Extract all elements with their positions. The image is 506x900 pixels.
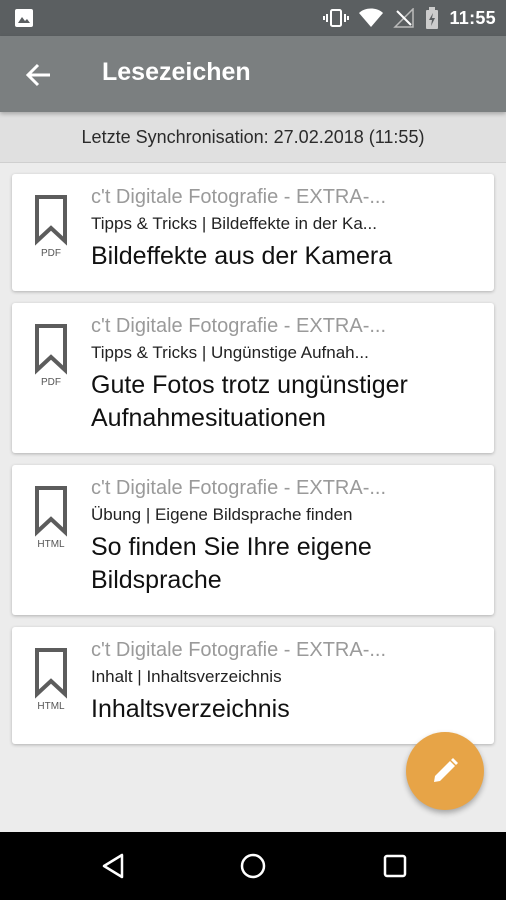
bookmark-icon [35, 648, 67, 699]
document-type-label: HTML [37, 701, 65, 712]
bookmark-subtitle: Tipps & Tricks | Ungünstige Aufnah... [91, 343, 369, 362]
bookmark-text: c't Digitale Fotografie - EXTRA-... Übun… [91, 473, 478, 597]
nav-back-icon[interactable] [100, 852, 128, 880]
bookmark-card[interactable]: HTML c't Digitale Fotografie - EXTRA-...… [12, 627, 494, 744]
gallery-icon [15, 9, 33, 27]
edit-fab-button[interactable] [406, 732, 484, 810]
edit-pencil-icon [434, 758, 458, 782]
no-signal-icon [393, 8, 415, 28]
system-nav-bar [0, 832, 506, 900]
nav-home-icon[interactable] [239, 852, 267, 880]
bookmark-icon [35, 486, 67, 537]
bookmark-subtitle: Inhalt | Inhaltsverzeichnis [91, 667, 282, 686]
bookmark-icon [35, 324, 67, 375]
nav-recents-icon[interactable] [381, 852, 409, 880]
bookmark-series: c't Digitale Fotografie - EXTRA-... [91, 639, 387, 661]
document-type-label: PDF [41, 248, 61, 259]
bookmark-headline: Bildeffekte aus der Kamera [91, 242, 393, 270]
bookmark-headline: Gute Fotos trotz ungünstiger Aufnahmesit… [91, 371, 408, 432]
bookmark-icon [35, 195, 67, 246]
status-bar: 11:55 [0, 0, 506, 36]
battery-charging-icon [426, 7, 439, 29]
bookmark-card[interactable]: PDF c't Digitale Fotografie - EXTRA-... … [12, 174, 494, 291]
bookmark-text: c't Digitale Fotografie - EXTRA-... Inha… [91, 635, 478, 726]
bookmark-headline: So finden Sie Ihre eigene Bildsprache [91, 533, 372, 594]
bookmark-series: c't Digitale Fotografie - EXTRA-... [91, 186, 387, 208]
app-bar: Lesezeichen [0, 36, 506, 112]
vibrate-icon [323, 9, 350, 27]
bookmark-text: c't Digitale Fotografie - EXTRA-... Tipp… [91, 182, 478, 273]
screen: 11:55 Lesezeichen Letzte Synchronisation… [0, 0, 506, 900]
status-icons: 11:55 [323, 0, 496, 36]
sync-status: Letzte Synchronisation: 27.02.2018 (11:5… [0, 112, 506, 163]
bookmark-subtitle: Tipps & Tricks | Bildeffekte in der Ka..… [91, 214, 377, 233]
bookmark-subtitle: Übung | Eigene Bildsprache finden [91, 505, 353, 524]
bookmark-text: c't Digitale Fotografie - EXTRA-... Tipp… [91, 311, 478, 435]
status-time: 11:55 [449, 7, 496, 28]
arrow-back-icon[interactable] [24, 60, 54, 90]
document-type-label: HTML [37, 539, 65, 550]
bookmark-card[interactable]: PDF c't Digitale Fotografie - EXTRA-... … [12, 303, 494, 453]
bookmark-series: c't Digitale Fotografie - EXTRA-... [91, 477, 387, 499]
wifi-icon [359, 8, 384, 27]
bookmark-series: c't Digitale Fotografie - EXTRA-... [91, 315, 387, 337]
bookmark-card[interactable]: HTML c't Digitale Fotografie - EXTRA-...… [12, 465, 494, 615]
bookmark-headline: Inhaltsverzeichnis [91, 695, 290, 723]
document-type-label: PDF [41, 377, 61, 388]
page-title: Lesezeichen [102, 58, 251, 86]
